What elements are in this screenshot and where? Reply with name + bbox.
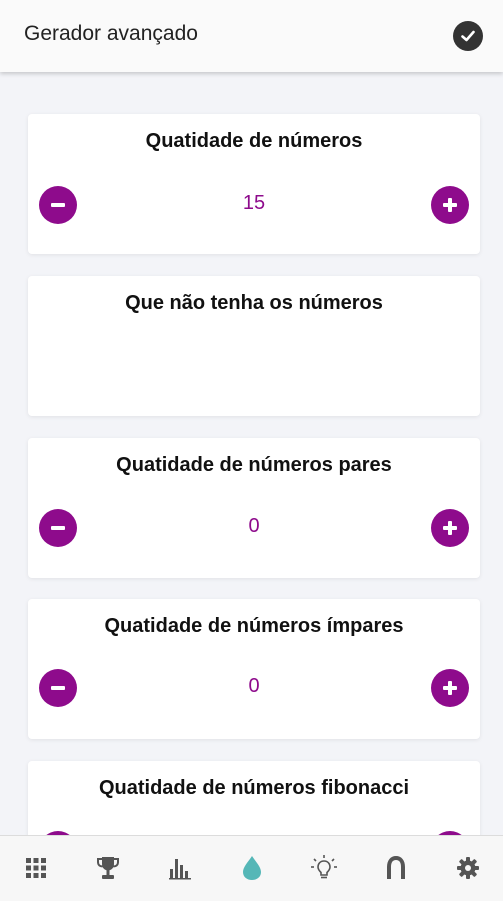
card-excluded-numbers[interactable]: Que não tenha os números: [28, 276, 480, 416]
increment-button[interactable]: [431, 509, 469, 547]
card-fibonacci-quantity: Quatidade de números fibonacci: [28, 761, 480, 835]
trophy-icon: [97, 857, 119, 879]
page-title: Gerador avançado: [24, 22, 198, 45]
horseshoe-icon: [387, 855, 405, 879]
nav-settings[interactable]: [450, 852, 486, 884]
bar-chart-icon: [169, 859, 191, 880]
plus-icon: [443, 198, 457, 212]
card-title: Que não tenha os números: [125, 292, 383, 314]
bottom-navigation: [0, 835, 503, 901]
card-even-quantity: Quatidade de números pares 0: [28, 438, 480, 578]
app-bar: Gerador avançado: [0, 0, 503, 72]
gear-icon: [457, 857, 479, 879]
confirm-button[interactable]: [453, 21, 483, 51]
check-circle-icon: [461, 30, 475, 42]
nav-trophy[interactable]: [90, 852, 126, 884]
nav-generator[interactable]: [234, 852, 270, 884]
nav-tips[interactable]: [306, 852, 342, 884]
even-value: 0: [248, 515, 260, 537]
card-title: Quatidade de números pares: [116, 454, 392, 476]
plus-icon: [443, 681, 457, 695]
nav-luck[interactable]: [378, 852, 414, 884]
card-title: Quatidade de números: [145, 130, 363, 152]
nav-grid[interactable]: [18, 852, 54, 884]
card-title: Quatidade de números ímpares: [104, 615, 404, 637]
nav-statistics[interactable]: [162, 852, 198, 884]
lightbulb-icon: [311, 855, 337, 879]
card-title: Quatidade de números fibonacci: [98, 777, 410, 799]
increment-button[interactable]: [431, 669, 469, 707]
quantity-value: 15: [242, 192, 266, 214]
drop-icon: [243, 856, 261, 880]
plus-icon: [443, 521, 457, 535]
odd-value: 0: [248, 675, 260, 697]
increment-button[interactable]: [431, 186, 469, 224]
card-odd-quantity: Quatidade de números ímpares 0: [28, 599, 480, 739]
card-quantity: Quatidade de números 15: [28, 114, 480, 254]
grid-icon: [26, 858, 46, 878]
settings-list[interactable]: Quatidade de números 15 Que não tenha os…: [0, 72, 503, 835]
